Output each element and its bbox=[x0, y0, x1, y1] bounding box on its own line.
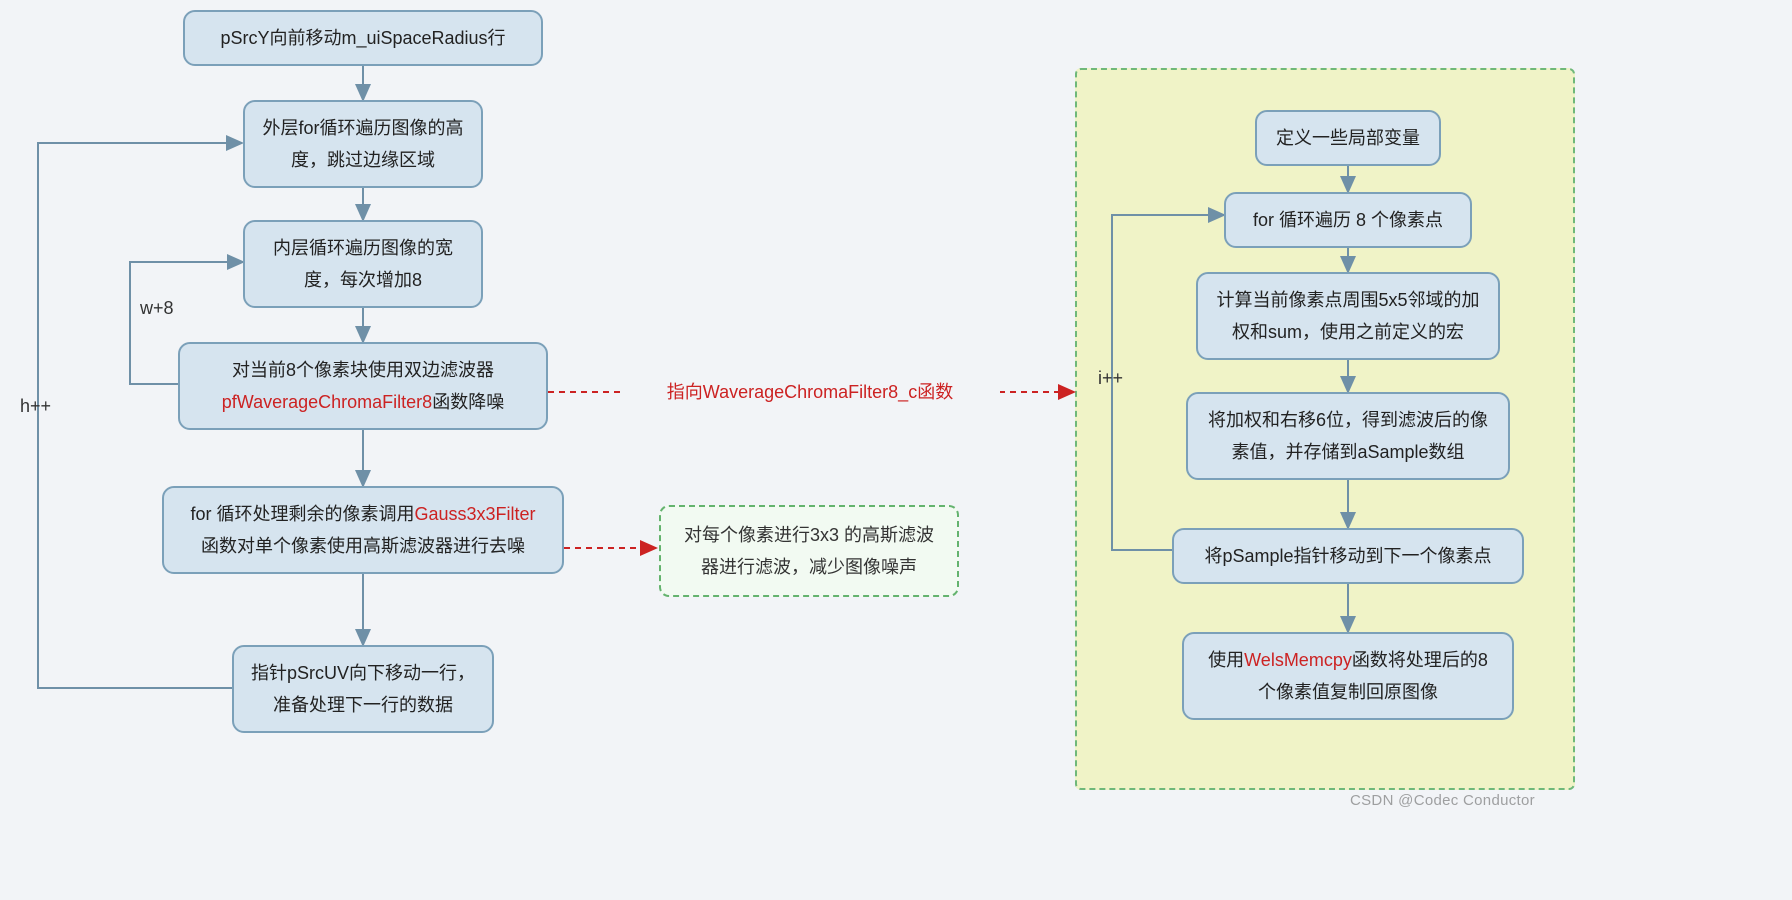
text: 内层循环遍历图像的宽度，每次增加8 bbox=[273, 238, 453, 290]
text-b: pfWaverageChromaFilter8 bbox=[222, 392, 432, 412]
text-b: Gauss3x3Filter bbox=[414, 504, 535, 524]
text-a: for 循环处理剩余的像素调用 bbox=[190, 504, 414, 524]
text: 计算当前像素点周围5x5邻域的加权和sum，使用之前定义的宏 bbox=[1216, 290, 1479, 342]
text: 指针pSrcUV向下移动一行，准备处理下一行的数据 bbox=[251, 663, 475, 715]
text: for 循环遍历 8 个像素点 bbox=[1253, 210, 1443, 230]
node-inner-loop: 内层循环遍历图像的宽度，每次增加8 bbox=[243, 220, 483, 308]
text: 外层for循环遍历图像的高度，跳过边缘区域 bbox=[262, 118, 463, 170]
label-pointer-function: 指向WaverageChromaFilter8_c函数 bbox=[620, 378, 1000, 404]
text: 对每个像素进行3x3 的高斯滤波器进行滤波，减少图像噪声 bbox=[684, 525, 934, 577]
label-outer-loop: h++ bbox=[20, 396, 51, 417]
node-gauss3x3: for 循环处理剩余的像素调用Gauss3x3Filter 函数对单个像素使用高… bbox=[162, 486, 564, 574]
text-b: WelsMemcpy bbox=[1244, 650, 1352, 670]
text: pSrcY向前移动m_uiSpaceRadius行 bbox=[220, 28, 505, 48]
text-c: 函数降噪 bbox=[432, 392, 504, 412]
text: 将加权和右移6位，得到滤波后的像素值，并存储到aSample数组 bbox=[1208, 410, 1488, 462]
text: 定义一些局部变量 bbox=[1276, 128, 1420, 148]
node-define-locals: 定义一些局部变量 bbox=[1255, 110, 1441, 166]
node-outer-for: 外层for循环遍历图像的高度，跳过边缘区域 bbox=[243, 100, 483, 188]
text-c: 函数对单个像素使用高斯滤波器进行去噪 bbox=[201, 536, 525, 556]
watermark: CSDN @Codec Conductor bbox=[1350, 792, 1535, 809]
node-5x5-sum: 计算当前像素点周围5x5邻域的加权和sum，使用之前定义的宏 bbox=[1196, 272, 1500, 360]
label-inner-loop: w+8 bbox=[140, 298, 174, 319]
node-bilateral-filter: 对当前8个像素块使用双边滤波器 pfWaverageChromaFilter8函… bbox=[178, 342, 548, 430]
text-a: 使用 bbox=[1208, 650, 1244, 670]
text: 将pSample指针移动到下一个像素点 bbox=[1204, 546, 1491, 566]
node-psrcy-move: pSrcY向前移动m_uiSpaceRadius行 bbox=[183, 10, 543, 66]
label-right-loop: i++ bbox=[1098, 368, 1123, 389]
node-welsmemcpy: 使用WelsMemcpy函数将处理后的8个像素值复制回原图像 bbox=[1182, 632, 1514, 720]
node-psrcuv-next: 指针pSrcUV向下移动一行，准备处理下一行的数据 bbox=[232, 645, 494, 733]
note-gauss-3x3: 对每个像素进行3x3 的高斯滤波器进行滤波，减少图像噪声 bbox=[659, 505, 959, 597]
node-shift-right-6: 将加权和右移6位，得到滤波后的像素值，并存储到aSample数组 bbox=[1186, 392, 1510, 480]
node-for-8-pixels: for 循环遍历 8 个像素点 bbox=[1224, 192, 1472, 248]
text-a: 对当前8个像素块使用双边滤波器 bbox=[232, 360, 494, 380]
node-psample-next: 将pSample指针移动到下一个像素点 bbox=[1172, 528, 1524, 584]
